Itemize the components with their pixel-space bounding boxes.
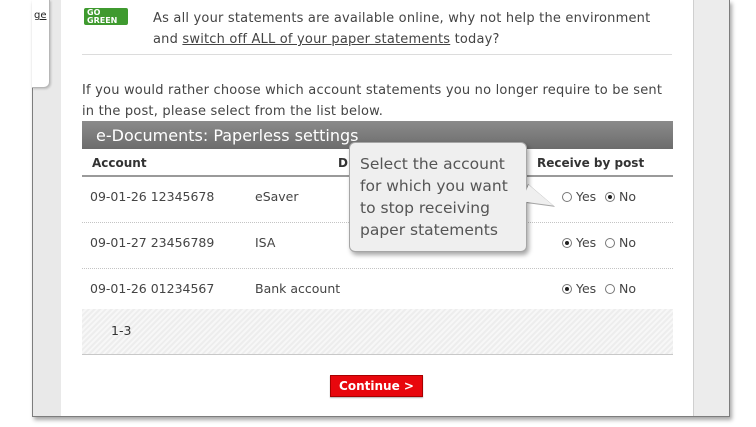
radio-yes[interactable]: Yes <box>562 281 596 296</box>
radio-button[interactable] <box>605 283 615 294</box>
message-line2: and switch off ALL of your paper stateme… <box>153 32 500 47</box>
account-number: 09-01-27 23456789 <box>90 235 215 250</box>
column-receive-by-post: Receive by post <box>537 156 645 170</box>
window-right-panel <box>693 0 729 416</box>
radio-button-selected[interactable] <box>562 237 572 248</box>
radio-no[interactable]: No <box>605 281 636 296</box>
column-account: Account <box>92 156 147 170</box>
go-green-badge-icon: GO GREEN <box>84 8 128 25</box>
radio-button[interactable] <box>605 237 615 248</box>
intro-text: If you would rather choose which account… <box>82 83 663 119</box>
radio-button-selected[interactable] <box>562 283 572 294</box>
account-type: Bank account <box>255 281 341 296</box>
badge-line2: GREEN <box>87 16 118 25</box>
column-description: D <box>338 156 348 170</box>
account-number: 09-01-26 12345678 <box>90 189 215 204</box>
continue-button[interactable]: Continue > <box>330 375 423 397</box>
radio-button[interactable] <box>562 191 572 202</box>
pagination-bar: 1-3 <box>82 309 673 355</box>
help-tooltip: Select the account for which you want to… <box>349 142 527 252</box>
account-type: eSaver <box>255 189 299 204</box>
divider <box>82 54 672 55</box>
account-number: 09-01-26 01234567 <box>90 281 215 296</box>
page-range: 1-3 <box>111 323 132 338</box>
radio-no[interactable]: No <box>605 189 636 204</box>
radio-yes[interactable]: Yes <box>562 189 596 204</box>
radio-button-selected[interactable] <box>605 191 615 202</box>
environment-message: As all your statements are available onl… <box>153 8 673 50</box>
radio-no[interactable]: No <box>605 235 636 250</box>
radio-yes[interactable]: Yes <box>562 235 596 250</box>
switch-off-paper-link[interactable]: switch off ALL of your paper statements <box>182 32 450 47</box>
account-type: ISA <box>255 235 276 250</box>
message-line1: As all your statements are available onl… <box>153 11 651 26</box>
side-tab-link[interactable]: ge <box>32 0 50 88</box>
